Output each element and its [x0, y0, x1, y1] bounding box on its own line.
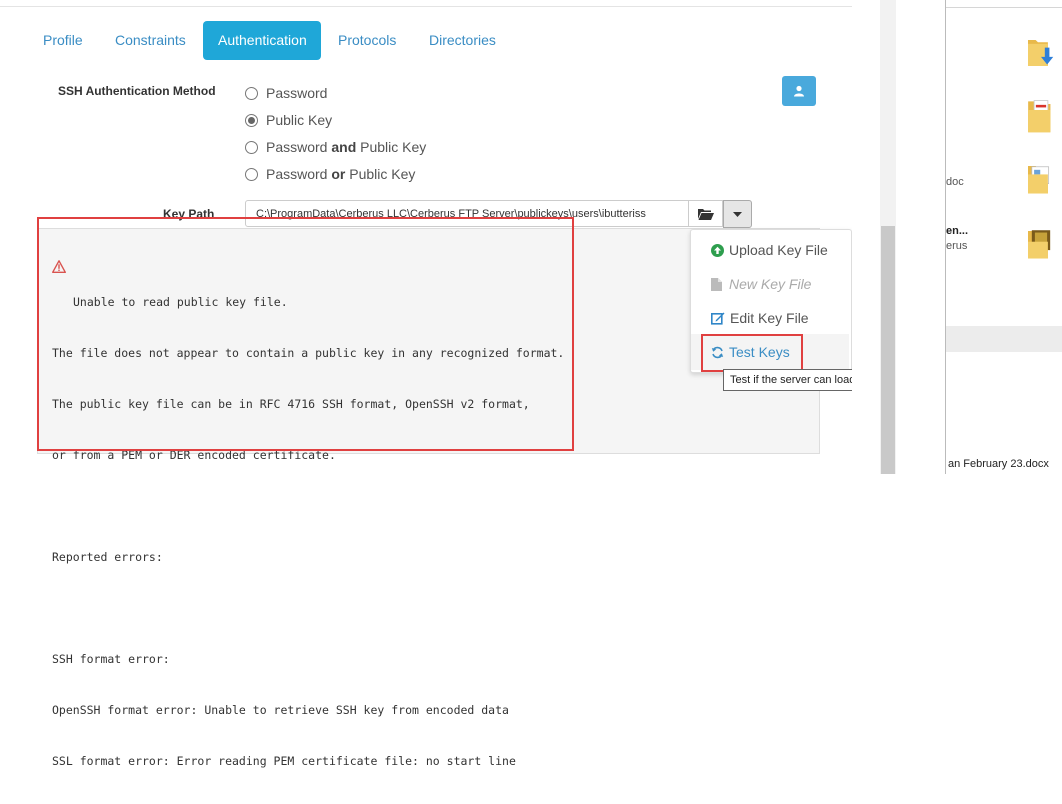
- radio-password-and-public-key[interactable]: Password and Public Key: [245, 137, 426, 157]
- explorer-divider: [946, 7, 1062, 8]
- top-divider: [0, 6, 852, 7]
- user-key-button[interactable]: [782, 76, 816, 106]
- explorer-text: erus: [946, 240, 968, 252]
- user-icon: [794, 85, 804, 97]
- error-line: OpenSSH format error: Unable to retrieve…: [52, 703, 509, 717]
- radio-circle[interactable]: [245, 140, 258, 154]
- edit-icon: [711, 312, 725, 325]
- tab-profile[interactable]: Profile: [28, 21, 98, 60]
- error-line-blank: [52, 600, 564, 617]
- error-line: SSL format error: Error reading PEM cert…: [52, 754, 516, 768]
- radio-label: Public Key: [266, 112, 333, 128]
- radio-label-bold: and: [331, 139, 357, 155]
- tab-protocols[interactable]: Protocols: [323, 21, 411, 60]
- menu-item-label: Upload Key File: [729, 242, 828, 258]
- scrollbar-thumb[interactable]: [881, 226, 895, 474]
- test-keys-highlight-annotation: [701, 334, 803, 372]
- explorer-text: doc: [946, 176, 964, 188]
- radio-public-key[interactable]: Public Key: [245, 110, 332, 130]
- radio-password-or-public-key[interactable]: Password or Public Key: [245, 164, 415, 184]
- explorer-text: en...: [946, 225, 969, 237]
- document-folder-icon[interactable]: [1028, 161, 1054, 197]
- tab-authentication[interactable]: Authentication: [203, 21, 321, 60]
- explorer-selected-bar: [946, 326, 1062, 352]
- download-folder-icon[interactable]: [1028, 35, 1054, 71]
- key-options-dropdown-toggle[interactable]: [723, 200, 752, 228]
- error-line: SSH format error:: [52, 652, 170, 666]
- error-line: Reported errors:: [52, 550, 163, 564]
- radio-password[interactable]: Password: [245, 83, 327, 103]
- radio-label: Password: [266, 85, 328, 101]
- menu-item-label: New Key File: [729, 276, 812, 292]
- new-file-icon: [711, 277, 722, 291]
- error-line-blank: [52, 498, 564, 515]
- radio-label-bold: or: [331, 166, 346, 182]
- browse-folder-button[interactable]: [689, 200, 723, 227]
- upload-circle-icon: [711, 243, 724, 257]
- ssh-auth-method-label: SSH Authentication Method: [58, 84, 216, 98]
- image-folder-icon[interactable]: [1028, 226, 1054, 262]
- radio-circle[interactable]: [245, 167, 258, 181]
- radio-label: Password: [266, 139, 332, 155]
- tab-directories[interactable]: Directories: [414, 21, 511, 60]
- radio-label: Password: [266, 166, 332, 182]
- radio-circle-checked[interactable]: [245, 113, 258, 127]
- tab-constraints[interactable]: Constraints: [100, 21, 201, 60]
- window-gap: [852, 0, 880, 474]
- radio-label: Public Key: [345, 166, 416, 182]
- radio-circle[interactable]: [245, 86, 258, 100]
- menu-item-label: Edit Key File: [730, 310, 809, 326]
- radio-label: Public Key: [356, 139, 427, 155]
- pdf-folder-icon[interactable]: [1028, 98, 1054, 134]
- explorer-file-name[interactable]: an February 23.docx: [948, 458, 1049, 470]
- explorer-window-edge: [945, 0, 946, 474]
- menu-item-upload-key-file[interactable]: Upload Key File: [711, 240, 828, 260]
- caret-down-icon: [733, 211, 742, 217]
- error-highlight-annotation: [37, 217, 574, 451]
- menu-item-new-key-file[interactable]: New Key File: [711, 274, 811, 294]
- menu-item-edit-key-file[interactable]: Edit Key File: [711, 308, 809, 328]
- settings-panel: Profile Constraints Authentication Proto…: [0, 0, 852, 768]
- folder-open-icon: [697, 208, 714, 220]
